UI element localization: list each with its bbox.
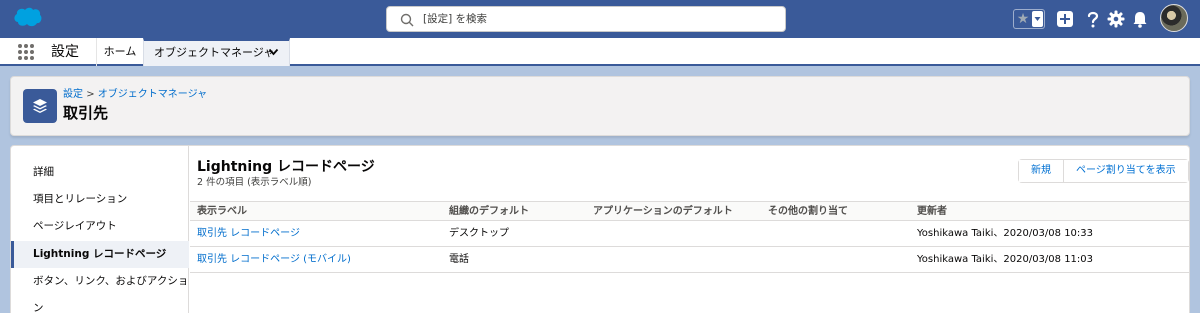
- sidebar-item-label: Lightning レコードページ: [33, 248, 167, 260]
- sidebar-item-label: ページレイアウト: [33, 220, 117, 232]
- chevron-down-icon: [1034, 17, 1041, 21]
- page-title: 取引先: [63, 104, 109, 122]
- org-default-cell: デスクトップ: [449, 228, 509, 239]
- action-button-group: 新規 ページ割り当てを表示: [1018, 159, 1189, 183]
- tab-home[interactable]: ホーム: [96, 38, 143, 66]
- global-header: ★: [0, 0, 1200, 38]
- section-title: Lightning レコードページ: [197, 159, 375, 175]
- favorites-dropdown-button[interactable]: [1032, 11, 1043, 27]
- table-header: 表示ラベル 組織のデフォルト アプリケーションのデフォルト その他の割り当て 更…: [190, 201, 1189, 221]
- column-header-other-assignments[interactable]: その他の割り当て: [768, 202, 848, 221]
- column-header-org-default[interactable]: 組織のデフォルト: [449, 202, 529, 221]
- new-button[interactable]: 新規: [1019, 160, 1063, 182]
- global-search[interactable]: [386, 6, 786, 32]
- lightning-pages-content: Lightning レコードページ 2 件の項目 (表示ラベル順) 新規 ページ…: [190, 146, 1189, 313]
- record-page-link[interactable]: 取引先 レコードページ (モバイル): [197, 247, 351, 272]
- org-default-cell: 電話: [449, 254, 469, 265]
- tab-object-manager[interactable]: オブジェクトマネージャ: [143, 38, 290, 66]
- help-icon[interactable]: [1083, 9, 1103, 29]
- star-icon: ★: [1016, 11, 1030, 27]
- sidebar-item-label: 詳細: [33, 166, 54, 178]
- section-item-count: 2 件の項目 (表示ラベル順): [197, 177, 312, 188]
- column-header-modified-by[interactable]: 更新者: [917, 202, 947, 221]
- app-launcher-icon[interactable]: [17, 43, 35, 61]
- search-input[interactable]: [423, 10, 773, 28]
- sidebar-item-fields-relationships[interactable]: 項目とリレーション: [11, 186, 189, 213]
- object-icon: [23, 89, 57, 123]
- column-header-app-default[interactable]: アプリケーションのデフォルト: [593, 202, 733, 221]
- tab-object-manager-label: オブジェクトマネージャ: [154, 46, 275, 59]
- search-icon: [400, 13, 414, 27]
- column-header-label[interactable]: 表示ラベル: [197, 202, 247, 221]
- app-nav-bar: 設定 ホーム オブジェクトマネージャ: [0, 38, 1200, 66]
- notification-bell-icon[interactable]: [1130, 9, 1150, 29]
- sidebar-item-buttons-links-actions[interactable]: ボタン、リンク、およびアクション: [11, 268, 189, 313]
- chevron-down-icon[interactable]: [268, 48, 279, 56]
- global-actions-plus-icon[interactable]: [1055, 9, 1075, 29]
- sidebar-item-label: 項目とリレーション: [33, 193, 128, 205]
- sidebar-item-lightning-record-pages[interactable]: Lightning レコードページ: [11, 241, 189, 268]
- record-page-link[interactable]: 取引先 レコードページ: [197, 221, 300, 246]
- modified-by-cell: Yoshikawa Taiki、2020/03/08 11:03: [917, 254, 1094, 265]
- user-avatar[interactable]: [1160, 4, 1188, 32]
- breadcrumb-object-manager-link[interactable]: オブジェクトマネージャ: [98, 89, 207, 100]
- breadcrumb-setup-link[interactable]: 設定: [63, 89, 83, 100]
- tab-home-label: ホーム: [103, 45, 137, 58]
- layers-icon: [33, 99, 47, 113]
- sidebar-item-label: ボタン、リンク、およびアクション: [33, 275, 189, 313]
- gear-icon[interactable]: [1106, 9, 1126, 29]
- sidebar-item-details[interactable]: 詳細: [11, 159, 189, 186]
- page-header: 設定 > オブジェクトマネージャ 取引先: [10, 76, 1190, 136]
- table-row: 取引先 レコードページ デスクトップ Yoshikawa Taiki、2020/…: [190, 221, 1189, 247]
- favorites-button[interactable]: ★: [1013, 9, 1045, 29]
- main-panel: 詳細 項目とリレーション ページレイアウト Lightning レコードページ …: [10, 145, 1190, 313]
- view-page-assignments-button[interactable]: ページ割り当てを表示: [1063, 160, 1188, 182]
- salesforce-logo-icon[interactable]: [13, 6, 43, 30]
- modified-by-cell: Yoshikawa Taiki、2020/03/08 10:33: [917, 228, 1094, 239]
- sidebar-item-page-layouts[interactable]: ページレイアウト: [11, 213, 189, 240]
- breadcrumb: 設定 > オブジェクトマネージャ: [63, 89, 207, 101]
- app-name: 設定: [51, 44, 79, 60]
- object-sidebar: 詳細 項目とリレーション ページレイアウト Lightning レコードページ …: [11, 146, 189, 313]
- breadcrumb-separator: >: [86, 89, 95, 100]
- table-row: 取引先 レコードページ (モバイル) 電話 Yoshikawa Taiki、20…: [190, 247, 1189, 273]
